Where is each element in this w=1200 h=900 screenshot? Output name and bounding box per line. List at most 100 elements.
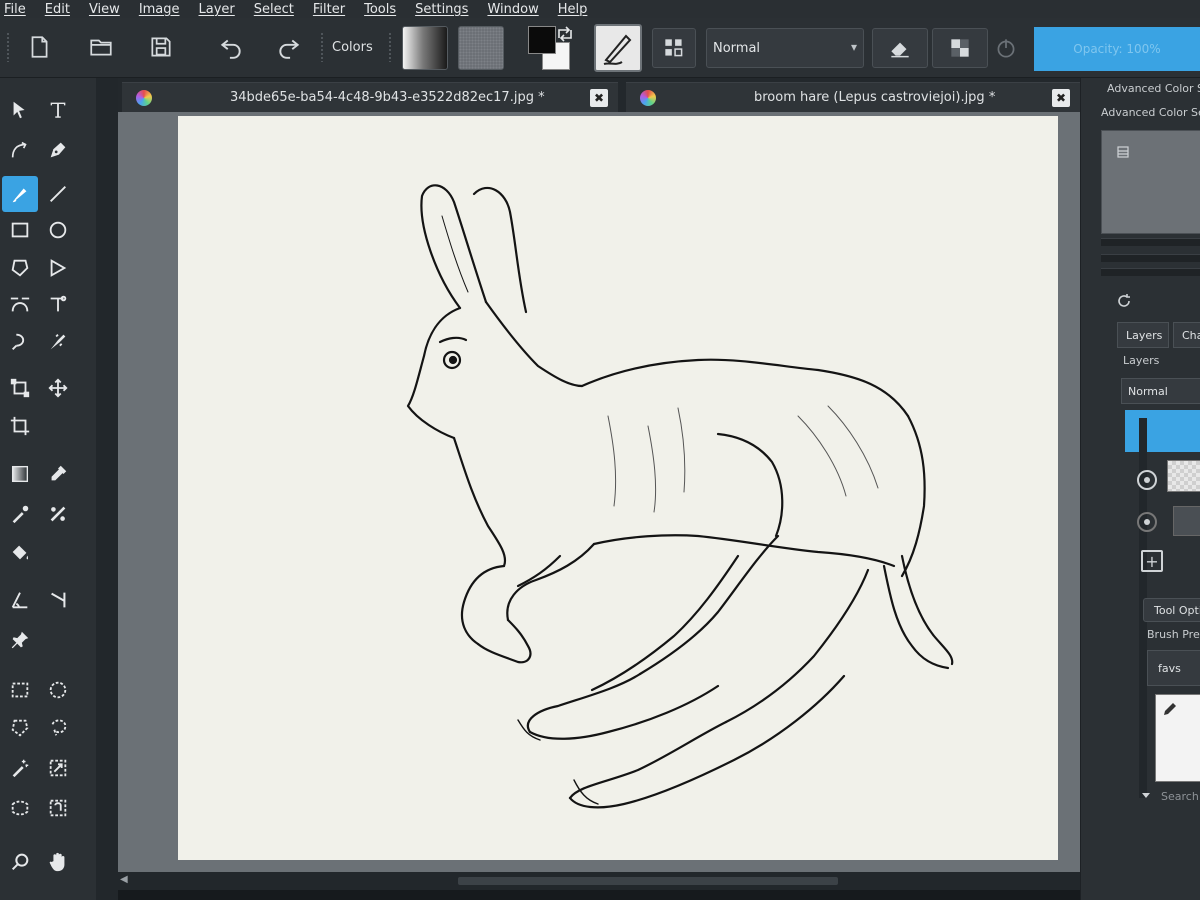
layer-row-selected[interactable] (1125, 410, 1200, 452)
toolbar-grip[interactable] (388, 32, 392, 62)
toolbox-splitter[interactable] (96, 78, 118, 900)
eraser-mode-button[interactable] (872, 28, 928, 68)
measure-tool[interactable] (2, 582, 38, 618)
chevron-down-icon: ▾ (850, 40, 857, 54)
brush-preset-button[interactable] (594, 24, 642, 72)
text-tool[interactable] (40, 92, 76, 128)
settings-icon[interactable] (1116, 145, 1130, 159)
magnetic-selection-tool[interactable] (40, 790, 76, 826)
brush-preset-thumbnail[interactable] (1155, 694, 1200, 782)
brush-search-input[interactable]: Search (1161, 790, 1199, 803)
bezier-curve-tool[interactable] (2, 286, 38, 322)
color-history-strip[interactable] (1101, 254, 1200, 262)
scroll-down-icon[interactable] (1141, 790, 1151, 800)
transform-tool[interactable] (2, 370, 38, 406)
fill-tool[interactable] (2, 534, 38, 570)
close-icon[interactable]: ✖ (1052, 88, 1070, 107)
menu-edit[interactable]: Edit (45, 2, 70, 17)
foreground-background-colors[interactable] (528, 26, 574, 72)
color-picker-tool[interactable] (40, 456, 76, 492)
eye-closed-icon[interactable] (1137, 512, 1157, 532)
blend-mode-select[interactable]: Normal ▾ (706, 28, 864, 68)
foreground-color[interactable] (528, 26, 556, 54)
menu-filter[interactable]: Filter (313, 2, 345, 17)
edit-shapes-tool[interactable] (2, 132, 38, 168)
gradient-swatch[interactable] (402, 26, 448, 70)
layer-blend-mode-select[interactable]: Normal (1121, 378, 1200, 404)
assistant-tool[interactable] (40, 582, 76, 618)
colorize-mask-tool[interactable] (2, 496, 38, 532)
menu-select[interactable]: Select (254, 2, 294, 17)
canvas-area[interactable] (118, 112, 1080, 872)
move-tool[interactable] (40, 370, 76, 406)
alpha-lock-button[interactable] (932, 28, 988, 68)
scroll-left-icon[interactable]: ◀ (120, 874, 128, 885)
gradient-tool[interactable] (2, 456, 38, 492)
ellipse-tool[interactable] (40, 212, 76, 248)
pattern-swatch[interactable] (458, 26, 504, 70)
select-shapes-tool[interactable] (2, 92, 38, 128)
polygon-select-icon (11, 719, 29, 737)
zoom-tool[interactable] (2, 844, 38, 880)
polyline-tool[interactable] (40, 250, 76, 286)
open-button[interactable] (84, 30, 118, 64)
menu-tools[interactable]: Tools (364, 2, 396, 17)
multibrush-tool[interactable] (40, 324, 76, 360)
horizontal-scrollbar[interactable]: ◀ (118, 872, 1080, 890)
freehand-path-tool[interactable] (40, 286, 76, 322)
color-history-strip[interactable] (1101, 238, 1200, 246)
canvas-image[interactable] (178, 116, 1058, 860)
freehand-selection-tool[interactable] (40, 710, 76, 746)
color-selector-area[interactable] (1101, 130, 1200, 234)
tab-document-1[interactable]: 34bde65e-ba54-4c48-9b43-e3522d82ec17.jpg… (122, 82, 618, 112)
save-button[interactable] (144, 30, 178, 64)
tool-options-tab[interactable]: Tool Options (1143, 598, 1200, 622)
menu-layer[interactable]: Layer (199, 2, 235, 17)
redo-button[interactable] (272, 30, 306, 64)
toolbar-grip[interactable] (320, 32, 324, 62)
crop-tool[interactable] (2, 408, 38, 444)
menu-window[interactable]: Window (487, 2, 538, 17)
toolbar-grip[interactable] (6, 32, 10, 62)
reference-images-tool[interactable] (2, 622, 38, 658)
contiguous-selection-tool[interactable] (2, 750, 38, 786)
swap-colors-icon[interactable] (556, 26, 574, 42)
dynamic-brush-tool[interactable] (2, 324, 38, 360)
layer-thumbnail[interactable] (1167, 460, 1200, 492)
layer-thumbnail[interactable] (1173, 506, 1200, 536)
undo-button[interactable] (214, 30, 248, 64)
transform-icon (10, 378, 30, 398)
brush-tag-select[interactable]: favs (1147, 650, 1200, 686)
menu-file[interactable]: File (4, 2, 26, 17)
bezier-selection-tool[interactable] (2, 790, 38, 826)
tab-layers[interactable]: Layers (1117, 322, 1169, 348)
rectangular-selection-tool[interactable] (2, 672, 38, 708)
calligraphy-tool[interactable] (40, 132, 76, 168)
elliptical-selection-tool[interactable] (40, 672, 76, 708)
opacity-slider[interactable]: Opacity: 100% (1034, 27, 1200, 71)
color-history-strip[interactable] (1101, 268, 1200, 276)
menu-image[interactable]: Image (139, 2, 180, 17)
tab-channels[interactable]: Channels (1173, 322, 1200, 348)
scrollbar-thumb[interactable] (458, 877, 838, 885)
rectangle-tool[interactable] (2, 212, 38, 248)
refresh-icon[interactable] (1115, 292, 1133, 310)
polygonal-selection-tool[interactable] (2, 710, 38, 746)
similar-color-selection-tool[interactable] (40, 750, 76, 786)
tab-document-2[interactable]: broom hare (Lepus castroviejoi).jpg * ✖ (626, 82, 1080, 112)
workspace-button[interactable] (652, 28, 696, 68)
menu-view[interactable]: View (89, 2, 120, 17)
colors-label[interactable]: Colors (332, 40, 373, 55)
menu-help[interactable]: Help (558, 2, 588, 17)
menu-settings[interactable]: Settings (415, 2, 468, 17)
eye-icon[interactable] (1137, 470, 1157, 490)
new-document-button[interactable] (22, 30, 56, 64)
wrap-around-button[interactable] (986, 28, 1026, 68)
line-tool[interactable] (40, 176, 76, 212)
smart-patch-tool[interactable] (40, 496, 76, 532)
close-icon[interactable]: ✖ (590, 88, 608, 107)
pan-tool[interactable] (40, 844, 76, 880)
polygon-tool[interactable] (2, 250, 38, 286)
freehand-brush-tool[interactable] (2, 176, 38, 212)
add-layer-button[interactable]: + (1141, 550, 1163, 572)
